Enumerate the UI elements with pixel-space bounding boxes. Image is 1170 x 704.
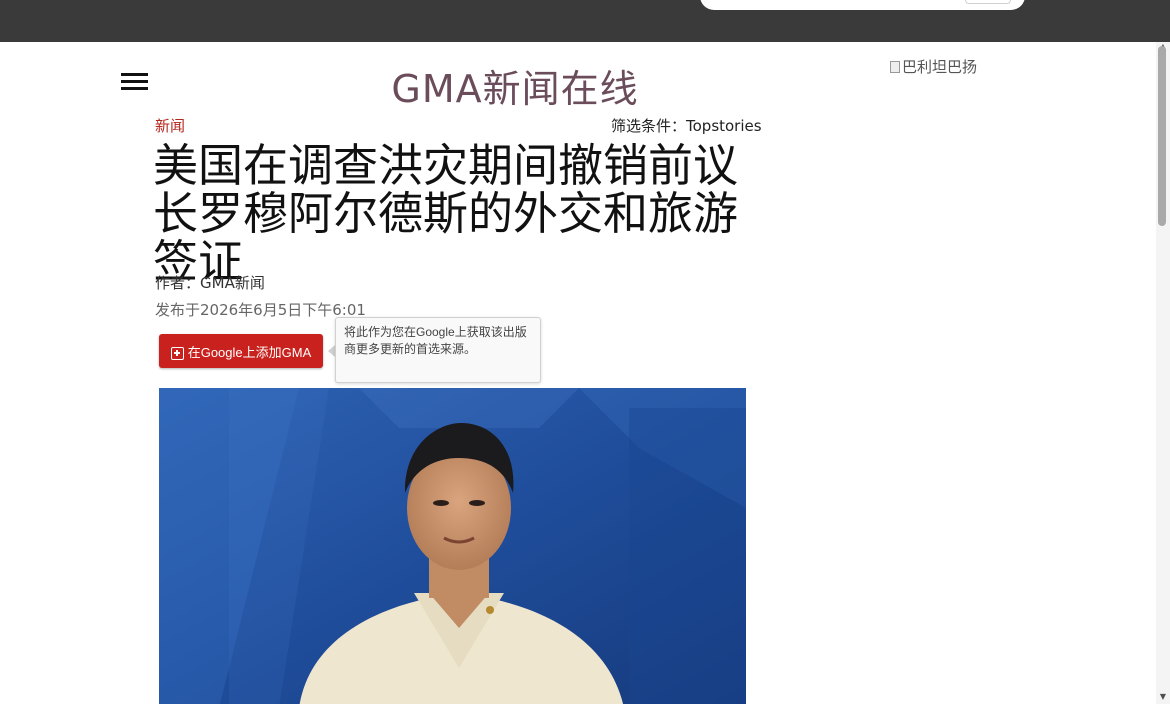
site-title[interactable]: GMA新闻在线 [380, 58, 650, 113]
ad-banner[interactable]: 巴利坦巴扬 [890, 56, 977, 77]
tooltip-arrow [328, 345, 335, 357]
article-author: 作者：GMA新闻 [155, 274, 265, 292]
top-pill-tab [965, 0, 1011, 4]
article-page: GMA新闻在线 巴利坦巴扬 新闻 筛选条件：Topstories 美国在调查洪灾… [0, 42, 1156, 704]
article-published-date: 发布于2026年6月5日下午6:01 [155, 301, 366, 319]
preferred-source-tooltip: 将此作为您在Google上获取该出版商更多更新的首选来源。 [335, 317, 541, 383]
ad-alt-text: 巴利坦巴扬 [902, 58, 978, 76]
add-gma-on-google-button[interactable]: 在Google上添加GMA [159, 334, 323, 368]
article-photo [159, 388, 746, 704]
section-link-news[interactable]: 新闻 [155, 115, 185, 136]
photo-illustration [159, 388, 746, 704]
hamburger-menu-icon[interactable] [121, 73, 148, 91]
broken-image-icon [890, 60, 900, 73]
browser-top-bar [0, 0, 1170, 42]
page-scrollbar[interactable]: ▲ ▼ [1156, 42, 1170, 704]
filter-label: 筛选条件：Topstories [611, 117, 762, 135]
scroll-down-arrow-icon[interactable]: ▼ [1157, 692, 1169, 702]
google-button-label: 在Google上添加GMA [187, 344, 312, 360]
top-search-pill[interactable] [700, 0, 1025, 10]
scroll-thumb[interactable] [1158, 46, 1166, 226]
plus-square-icon [170, 346, 184, 360]
article-headline: 美国在调查洪灾期间撤销前议长罗穆阿尔德斯的外交和旅游签证 [153, 139, 739, 288]
